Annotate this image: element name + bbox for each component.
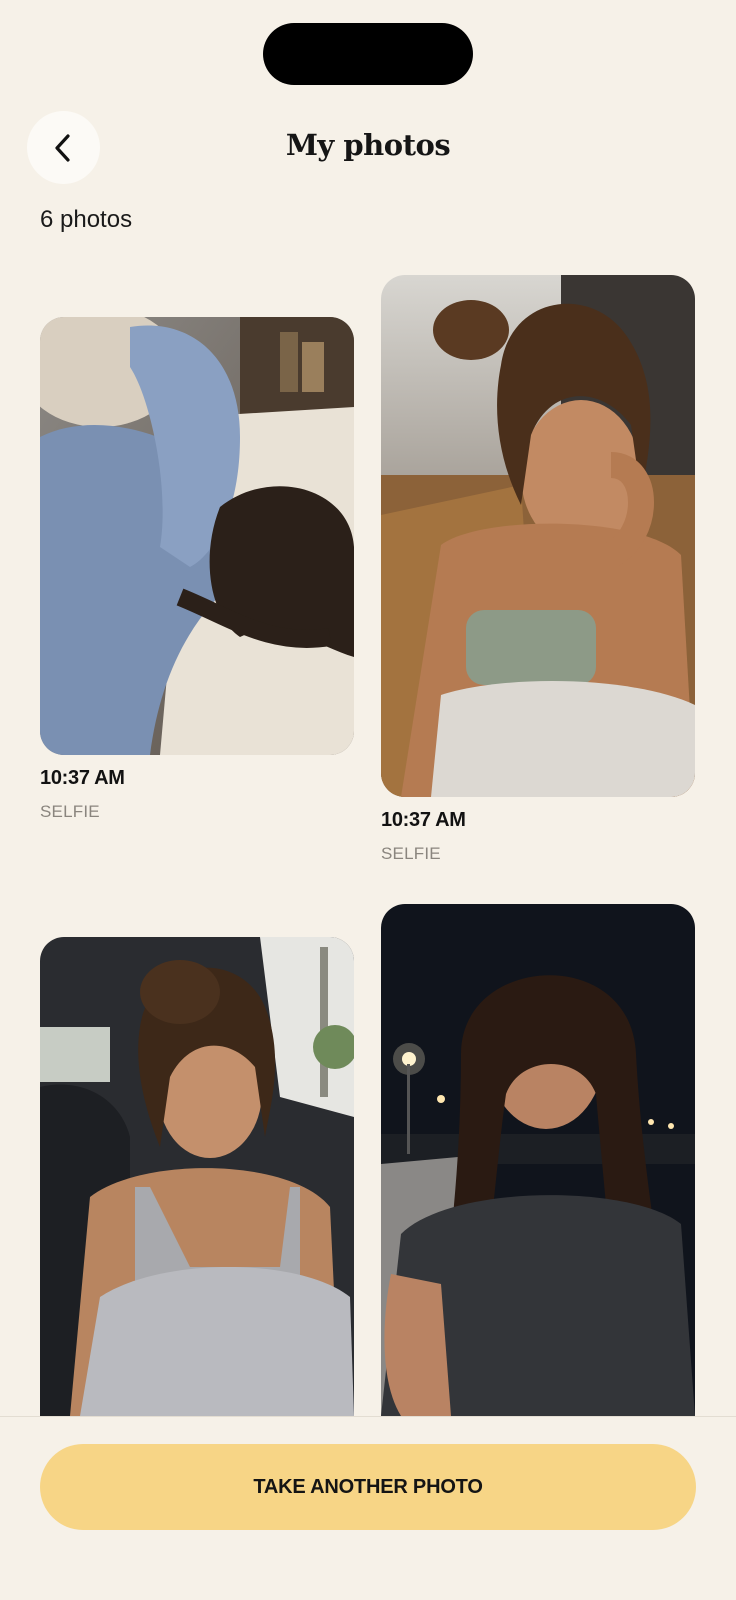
take-another-photo-button[interactable]: TAKE ANOTHER PHOTO bbox=[40, 1444, 696, 1530]
photo-thumbnail[interactable] bbox=[381, 904, 695, 1416]
photo-thumbnail[interactable] bbox=[381, 275, 695, 797]
photo-card[interactable]: 10:37 AM SELFIE bbox=[40, 317, 354, 822]
photo-count: 6 photos bbox=[40, 206, 133, 233]
photo-card[interactable] bbox=[40, 937, 354, 1428]
photo-card[interactable]: 10:37 AM SELFIE bbox=[381, 275, 695, 864]
page-title: My photos bbox=[285, 128, 451, 162]
bottom-action-bar: TAKE ANOTHER PHOTO bbox=[0, 1416, 736, 1600]
photo-thumbnail[interactable] bbox=[40, 937, 354, 1416]
photo-time: 10:37 AM bbox=[40, 767, 125, 789]
dynamic-island bbox=[263, 23, 473, 85]
photo-time: 10:37 AM bbox=[381, 809, 466, 831]
photo-type-label: SELFIE bbox=[40, 802, 100, 821]
photo-type-label: SELFIE bbox=[381, 844, 441, 863]
photo-thumbnail[interactable] bbox=[40, 317, 354, 755]
photo-card[interactable] bbox=[381, 904, 695, 1428]
